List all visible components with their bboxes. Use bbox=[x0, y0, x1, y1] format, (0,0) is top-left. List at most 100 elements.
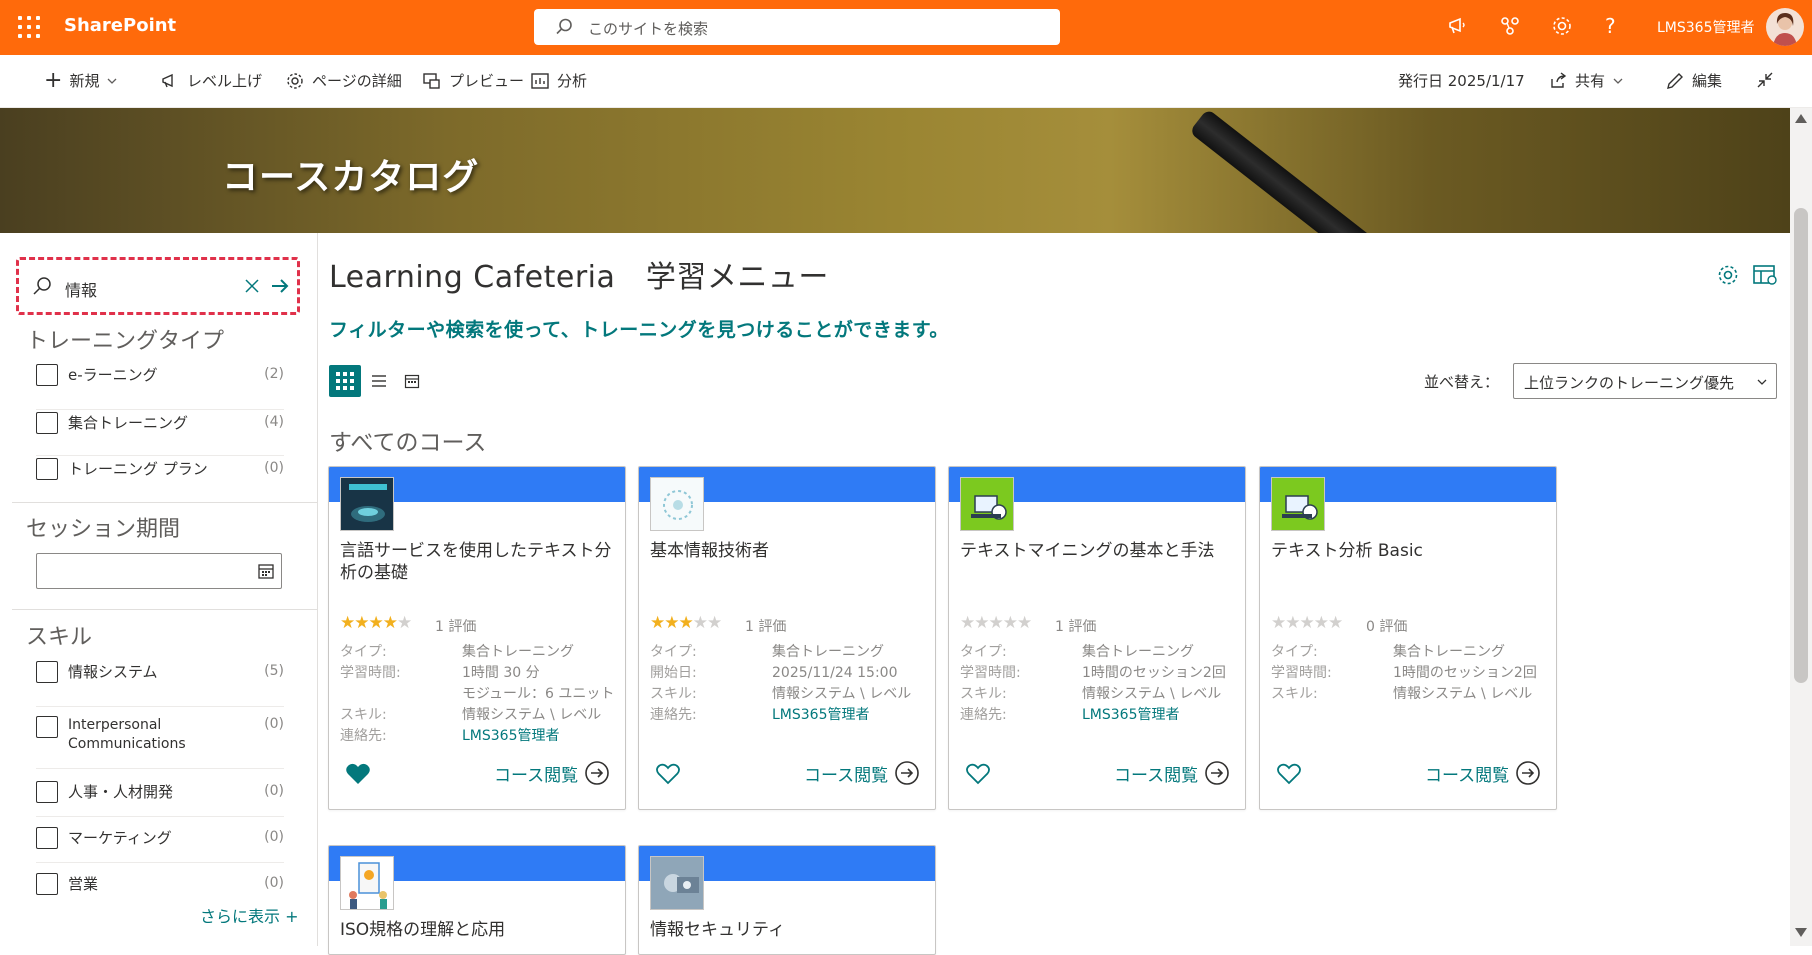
user-name[interactable]: LMS365管理者 bbox=[1657, 17, 1755, 37]
clear-icon[interactable] bbox=[244, 278, 260, 298]
filter-option-label: 営業 bbox=[68, 875, 99, 893]
analytics-label: 分析 bbox=[557, 72, 588, 90]
calendar-view-icon[interactable] bbox=[404, 373, 420, 393]
checkbox[interactable] bbox=[36, 364, 58, 386]
favorite-heart-icon[interactable] bbox=[345, 762, 371, 790]
view-course-link[interactable]: コース閲覧 bbox=[494, 760, 610, 786]
checkbox[interactable] bbox=[36, 827, 58, 849]
vertical-scrollbar[interactable] bbox=[1790, 108, 1812, 946]
course-thumbnail bbox=[650, 477, 704, 531]
site-search-input[interactable]: このサイトを検索 bbox=[534, 9, 1060, 45]
course-title[interactable]: テキスト分析 Basic bbox=[1271, 540, 1547, 562]
course-title[interactable]: 基本情報技術者 bbox=[650, 540, 926, 562]
course-title[interactable]: 言語サービスを使用したテキスト分析の基礎 bbox=[340, 540, 616, 584]
show-more-link[interactable]: さらに表示 + bbox=[200, 903, 299, 927]
meta-value: 情報システム \ レベル bbox=[1082, 686, 1222, 702]
calendar-icon[interactable] bbox=[257, 562, 275, 584]
network-icon[interactable] bbox=[1498, 14, 1524, 40]
filter-search-input[interactable]: 情報 bbox=[22, 264, 294, 308]
divider bbox=[12, 609, 318, 610]
filter-option-skill[interactable]: マーケティング (0) bbox=[36, 817, 284, 863]
course-title[interactable]: テキストマイニングの基本と手法 bbox=[960, 540, 1236, 562]
arrow-circle-icon bbox=[895, 761, 919, 785]
new-button[interactable]: + 新規 bbox=[44, 69, 118, 91]
analytics-button[interactable]: 分析 bbox=[530, 70, 587, 91]
star-rating: ★★★★★ bbox=[340, 613, 412, 633]
scroll-up-icon[interactable] bbox=[1795, 114, 1807, 123]
star-rating: ★★★★★ bbox=[960, 613, 1032, 633]
grid-view-icon[interactable] bbox=[329, 365, 361, 397]
course-meta: タイプ: 集合トレーニング 開始日: 2025/11/24 15:00 スキル: 情報… bbox=[650, 642, 930, 726]
checkbox[interactable] bbox=[36, 873, 58, 895]
filter-panel: 情報 トレーニングタイプ e-ラーニング (2) 集合トレーニング (4) トレ… bbox=[0, 233, 318, 946]
megaphone-icon[interactable] bbox=[1446, 14, 1472, 40]
page-details-button[interactable]: ページの詳細 bbox=[285, 70, 402, 91]
filter-option-skill[interactable]: 情報システム (5) bbox=[36, 661, 284, 707]
favorite-heart-outline-icon[interactable] bbox=[655, 762, 681, 790]
collapse-button[interactable] bbox=[1755, 70, 1775, 90]
contact-link[interactable]: LMS365管理者 bbox=[772, 705, 932, 726]
course-card[interactable]: テキストマイニングの基本と手法 ★★★★★ 1 評価 タイプ: 集合トレーニング … bbox=[948, 466, 1246, 810]
checkbox[interactable] bbox=[36, 716, 58, 738]
filter-option-elearning[interactable]: e-ラーニング (2) bbox=[36, 364, 284, 410]
meta-key: タイプ: bbox=[960, 644, 1007, 660]
view-course-link[interactable]: コース閲覧 bbox=[1114, 760, 1230, 786]
view-course-link[interactable]: コース閲覧 bbox=[804, 760, 920, 786]
course-card[interactable]: ISO規格の理解と応用 bbox=[328, 845, 626, 955]
gear-icon[interactable] bbox=[1716, 263, 1740, 291]
favorite-heart-outline-icon[interactable] bbox=[1276, 762, 1302, 790]
course-card[interactable]: 言語サービスを使用したテキスト分析の基礎 ★★★★★ 1 評価 タイプ: 集合トレ… bbox=[328, 466, 626, 810]
contact-link[interactable]: LMS365管理者 bbox=[462, 726, 622, 747]
scroll-down-icon[interactable] bbox=[1795, 928, 1807, 937]
course-thumbnail bbox=[960, 477, 1014, 531]
layout-settings-icon[interactable] bbox=[1752, 263, 1778, 291]
app-name[interactable]: SharePoint bbox=[64, 15, 176, 36]
gear-icon[interactable] bbox=[1550, 14, 1576, 40]
meta-value: 情報システム \ レベル bbox=[1393, 686, 1533, 702]
sort-label: 並べ替え： bbox=[1424, 373, 1500, 391]
scroll-thumb[interactable] bbox=[1794, 208, 1808, 683]
favorite-heart-outline-icon[interactable] bbox=[965, 762, 991, 790]
session-date-input[interactable] bbox=[36, 553, 282, 589]
preview-button[interactable]: プレビュー bbox=[422, 70, 524, 91]
course-card[interactable]: テキスト分析 Basic ★★★★★ 0 評価 タイプ: 集合トレーニング 学習時… bbox=[1259, 466, 1557, 810]
view-course-link[interactable]: コース閲覧 bbox=[1425, 760, 1541, 786]
help-icon[interactable]: ? bbox=[1605, 14, 1631, 40]
share-button[interactable]: 共有 bbox=[1548, 70, 1624, 91]
megaphone-icon bbox=[162, 73, 173, 87]
sort-dropdown[interactable]: 上位ランクのトレーニング優先 bbox=[1513, 363, 1777, 399]
course-card[interactable]: 基本情報技術者 ★★★★★ 1 評価 タイプ: 集合トレーニング 開始日: 2025… bbox=[638, 466, 936, 810]
pencil-icon bbox=[1667, 72, 1683, 89]
course-card[interactable]: 情報セキュリティ bbox=[638, 845, 936, 955]
level-up-button[interactable]: レベル上げ bbox=[160, 70, 262, 91]
list-view-icon[interactable] bbox=[370, 372, 388, 394]
checkbox[interactable] bbox=[36, 781, 58, 803]
meta-key: 学習時間: bbox=[340, 665, 401, 681]
search-placeholder: このサイトを検索 bbox=[588, 20, 709, 38]
rating-count: 1 評価 bbox=[745, 619, 787, 635]
meta-value: 集合トレーニング bbox=[462, 644, 574, 660]
meta-value: 1時間 30 分 bbox=[462, 665, 540, 681]
checkbox[interactable] bbox=[36, 412, 58, 434]
course-title[interactable]: 情報セキュリティ bbox=[650, 919, 926, 941]
app-launcher-icon[interactable] bbox=[18, 16, 40, 38]
skills-heading: スキル bbox=[26, 625, 93, 650]
filter-option-label: 集合トレーニング bbox=[68, 414, 189, 432]
filter-option-label: 人事・人材開発 bbox=[68, 783, 174, 801]
checkbox[interactable] bbox=[36, 661, 58, 683]
filter-option-skill[interactable]: Interpersonal Communications (0) bbox=[36, 707, 284, 769]
course-title[interactable]: ISO規格の理解と応用 bbox=[340, 919, 616, 941]
filter-option-classroom[interactable]: 集合トレーニング (4) bbox=[36, 410, 284, 456]
filter-option-skill[interactable]: 人事・人材開発 (0) bbox=[36, 771, 284, 817]
meta-value: 集合トレーニング bbox=[772, 644, 884, 660]
contact-link[interactable]: LMS365管理者 bbox=[1082, 705, 1242, 726]
edit-button[interactable]: 編集 bbox=[1665, 70, 1722, 91]
view-course-label: コース閲覧 bbox=[1425, 765, 1510, 786]
checkbox[interactable] bbox=[36, 458, 58, 480]
arrow-right-icon[interactable] bbox=[270, 276, 290, 300]
meta-value: 集合トレーニング bbox=[1082, 644, 1194, 660]
meta-value: 集合トレーニング bbox=[1393, 644, 1505, 660]
avatar[interactable] bbox=[1766, 8, 1804, 46]
chevron-down-icon bbox=[1613, 78, 1623, 84]
filter-option-training-plan[interactable]: トレーニング プラン (0) bbox=[36, 456, 284, 502]
